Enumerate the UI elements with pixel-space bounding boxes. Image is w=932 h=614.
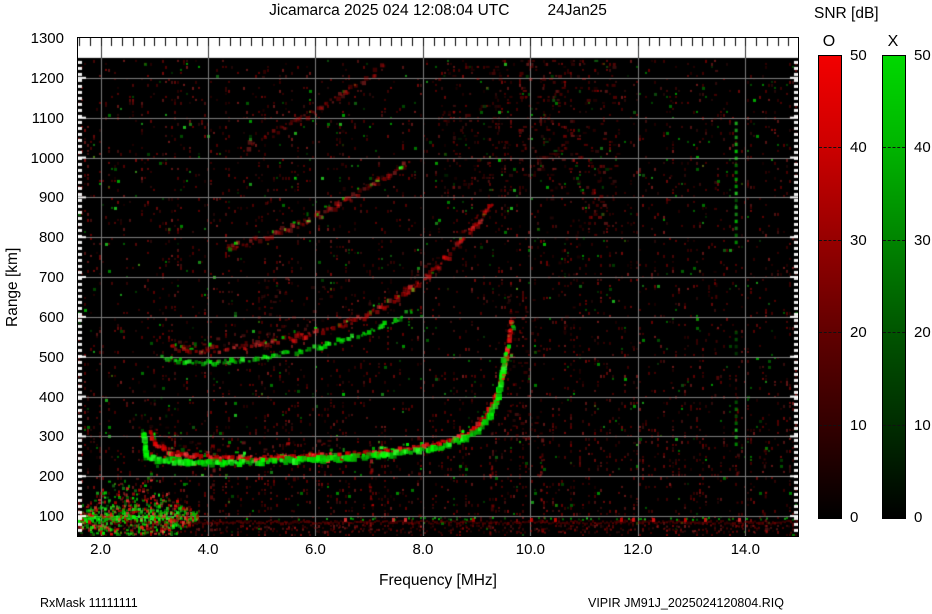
colorbar-tick-label: 50 [914,47,931,64]
colorbar-tick-label: 20 [850,324,867,342]
x-axis-label: Frequency [MHz] [378,572,497,589]
y-tick-label: 200 [38,468,64,486]
page-title: Jicamarca 2025 024 12:08:04 UTC 24Jan25 [78,2,798,20]
colorbar-tick-label: 30 [850,231,867,249]
x-tick-label: 8.0 [412,541,434,558]
y-tick-label: 100 [38,508,64,526]
colorbar-tick-mark [883,424,905,426]
colorbar-tick-mark [883,332,905,334]
x-tick-label: 6.0 [305,541,326,558]
x-tick-label: 10.0 [515,541,545,558]
colorbar-tick-label: 50 [850,47,867,64]
y-tick-label: 600 [38,308,64,326]
y-tick-label: 300 [38,428,64,446]
y-tick-label: 400 [38,388,64,406]
colorbar-tick-label: 40 [914,139,931,157]
rxmask-status: RxMask 11111111 [40,596,138,610]
y-tick-label: 1200 [30,69,64,87]
colorbar-x-label: X [887,33,899,50]
colorbar-x-gradient [882,55,906,519]
colorbar-tick-mark [883,147,905,149]
y-tick-label: 800 [38,229,64,247]
colorbar-o-label: O [822,33,836,50]
y-tick-label: 1100 [31,109,64,127]
title-timestamp: Jicamarca 2025 024 12:08:04 UTC [269,2,510,19]
y-tick-label: 1300 [30,30,64,47]
colorbar-tick-mark [819,424,841,426]
title-date: 24Jan25 [547,2,607,19]
y-tick-label: 1000 [30,149,64,167]
colorbar-tick-label: 0 [850,509,859,526]
colorbar-tick-mark [819,147,841,149]
colorbar-tick-label: 0 [914,509,923,526]
colorbar-tick-label: 10 [850,416,867,434]
colorbar-tick-mark [883,239,905,241]
colorbar-tick-mark [819,239,841,241]
y-tick-label: 500 [38,348,64,366]
colorbar-tick-label: 10 [914,416,931,434]
y-tick-label: 900 [38,189,64,207]
x-tick-label: 12.0 [623,541,653,558]
x-tick-label: 14.0 [730,541,760,558]
colorbar-tick-label: 40 [850,139,867,157]
y-tick-label: 700 [38,269,64,287]
x-tick-label: 4.0 [197,541,219,558]
ionogram-canvas [78,38,798,536]
colorbar-tick-label: 30 [914,231,931,249]
data-file-name: VIPIR JM91J_2025024120804.RIQ [588,596,784,610]
colorbar-tick-mark [819,332,841,334]
x-tick-label: 2.0 [90,541,111,558]
ionogram-app: Jicamarca 2025 024 12:08:04 UTC 24Jan25 R… [0,0,932,614]
colorbar-o-gradient [818,55,842,519]
colorbar-tick-label: 20 [914,324,931,342]
colorbar-title: SNR [dB] [814,5,879,22]
